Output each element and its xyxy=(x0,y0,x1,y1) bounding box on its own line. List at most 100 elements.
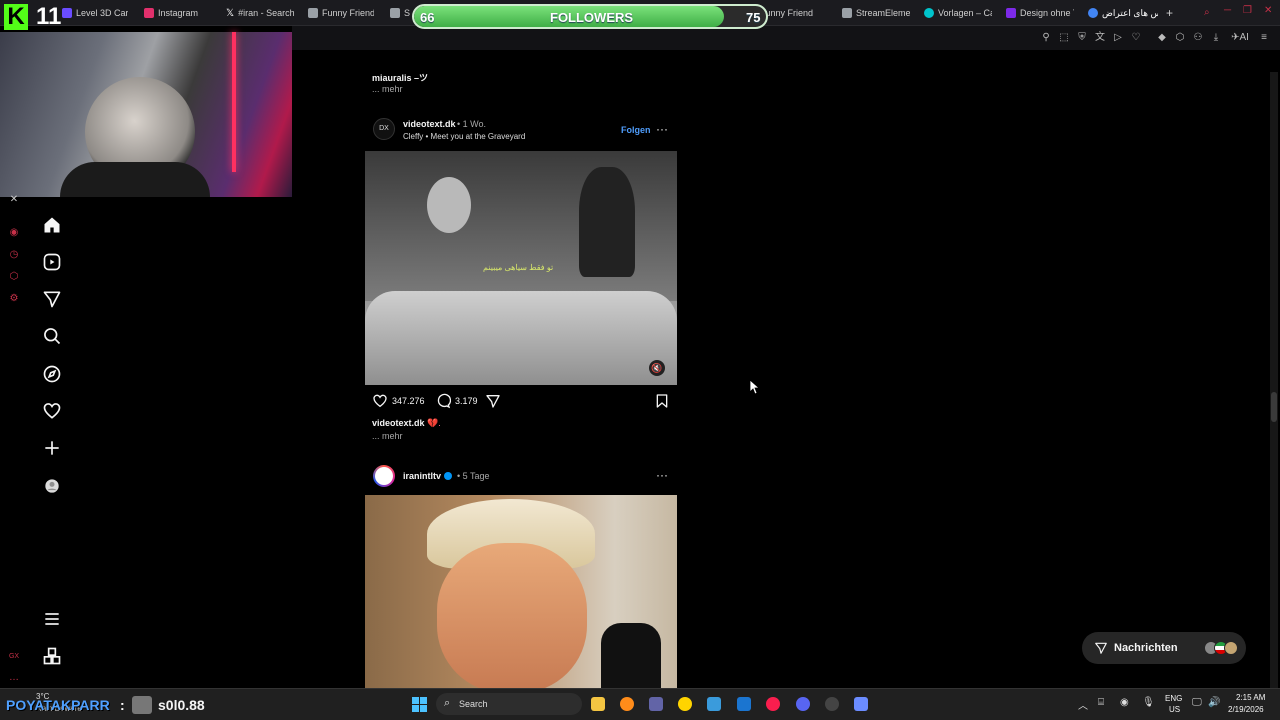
tab-label: عکس های اعتراض xyxy=(1102,7,1158,18)
post-username[interactable]: videotext.dk xyxy=(403,119,456,129)
prev-more-link[interactable]: ... mehr xyxy=(372,84,403,94)
vpn-icon[interactable]: ◆ xyxy=(1156,32,1168,44)
browser-tab[interactable]: S xyxy=(390,4,410,22)
also-from-meta-icon[interactable] xyxy=(42,646,62,666)
browser-tab[interactable]: 𝕏 #iran - Search xyxy=(226,4,294,22)
share-icon[interactable] xyxy=(485,393,501,409)
browser-tab[interactable]: Funny Friend xyxy=(760,4,826,22)
post-image[interactable] xyxy=(365,495,677,688)
messages-avatars xyxy=(1203,641,1238,655)
like-icon[interactable] xyxy=(372,393,388,409)
video-car xyxy=(365,291,677,385)
sidebar-settings-icon[interactable]: ⚙ xyxy=(8,293,20,305)
page-scrollbar[interactable] xyxy=(1270,72,1278,688)
caption-user[interactable]: videotext.dk xyxy=(372,418,425,428)
network-icon[interactable]: 🖵 xyxy=(1192,697,1202,708)
post-options-icon[interactable]: ··· xyxy=(656,122,668,136)
ai-icon[interactable]: ✈AI xyxy=(1230,32,1250,44)
photos-icon[interactable] xyxy=(854,697,868,711)
home-icon[interactable] xyxy=(42,215,62,235)
pin-icon[interactable]: ⚲ xyxy=(1040,32,1052,44)
mail-icon[interactable] xyxy=(737,697,751,711)
post-video[interactable]: تو فقط سیاهی میبینم 🔇 xyxy=(365,151,677,385)
direct-messages-icon[interactable] xyxy=(42,289,62,309)
reels-icon[interactable] xyxy=(42,252,62,272)
profile-icon[interactable]: ⚇ xyxy=(1192,32,1204,44)
browser-tab[interactable]: Vorlagen – Ca xyxy=(924,4,992,22)
screenshot-icon[interactable]: ⬚ xyxy=(1058,32,1070,44)
volume-icon[interactable]: 🔊 xyxy=(1208,697,1220,708)
post-time: • 5 Tage xyxy=(457,471,490,481)
prev-caption-user[interactable]: miauralis –ツ xyxy=(372,71,428,84)
caption-more-link[interactable]: ... mehr xyxy=(372,431,403,441)
shield-icon[interactable]: ⛨ xyxy=(1076,32,1088,44)
close-icon[interactable]: ✕ xyxy=(1264,5,1272,16)
video-overlay-text: تو فقط سیاهی میبینم xyxy=(483,263,554,272)
obs-icon[interactable] xyxy=(825,697,839,711)
search-icon[interactable] xyxy=(42,326,62,346)
taskbar-search-box[interactable]: ⌕ Search xyxy=(436,693,582,715)
profile-avatar-icon[interactable] xyxy=(42,476,62,496)
new-tab-button[interactable]: + xyxy=(1166,4,1178,22)
menu-icon[interactable]: ≡ xyxy=(1258,32,1270,44)
discord-icon[interactable] xyxy=(796,697,810,711)
windows-start-icon[interactable] xyxy=(412,697,427,712)
maximize-icon[interactable]: ❐ xyxy=(1243,5,1252,16)
mouse-cursor-icon xyxy=(750,380,760,394)
sidebar-record-icon[interactable]: ◉ xyxy=(8,227,20,239)
extensions-icon[interactable]: ⬡ xyxy=(1174,32,1186,44)
post-time: • 1 Wo. xyxy=(457,119,486,129)
video-face xyxy=(427,177,471,233)
opera-gx-icon[interactable] xyxy=(766,697,780,711)
tray-discord-icon[interactable]: ◉ xyxy=(1120,697,1129,708)
tab-favicon-icon xyxy=(62,8,72,18)
browser-tab-active[interactable]: عکس های اعتراض xyxy=(1088,4,1158,22)
tray-chevron-icon[interactable]: ︿ xyxy=(1078,697,1088,712)
save-bookmark-icon[interactable] xyxy=(654,393,670,409)
scrollbar-thumb[interactable] xyxy=(1271,392,1277,422)
create-plus-icon[interactable] xyxy=(42,438,62,458)
play-icon[interactable]: ▷ xyxy=(1112,32,1124,44)
follow-button[interactable]: Folgen xyxy=(621,125,651,135)
sidebar-history-icon[interactable]: ◷ xyxy=(8,249,20,261)
sidebar-extension-icon[interactable]: ⬡ xyxy=(8,271,20,283)
post-options-icon[interactable]: ··· xyxy=(656,468,668,482)
browser-tab[interactable]: Funny Friend xyxy=(308,4,374,22)
search-tabs-icon[interactable]: ⌕ xyxy=(1204,7,1210,18)
post-avatar[interactable]: DX xyxy=(373,118,395,140)
translate-icon[interactable]: 文 xyxy=(1094,32,1106,44)
browser-tab[interactable]: StreamEleme xyxy=(842,4,910,22)
followers-goal-bar: 66 FOLLOWERS 75 xyxy=(412,4,768,29)
download-icon[interactable]: ⤓ xyxy=(1210,32,1222,44)
post-username[interactable]: iranintltv xyxy=(403,471,441,481)
browser-tab[interactable]: Level 3D Car xyxy=(62,4,128,22)
followers-goal: 75 xyxy=(746,10,761,25)
post-music[interactable]: Cleffy • Meet you at the Graveyard xyxy=(403,132,525,141)
store-icon[interactable] xyxy=(707,697,721,711)
mute-icon[interactable]: 🔇 xyxy=(649,360,665,376)
firefox-icon[interactable] xyxy=(620,697,634,711)
teams-icon[interactable] xyxy=(649,697,663,711)
x-icon[interactable]: ✕ xyxy=(8,194,20,206)
clock-date[interactable]: 2/19/2026 xyxy=(1228,705,1264,714)
tray-usb-icon[interactable]: ⌸ xyxy=(1098,697,1104,708)
more-menu-icon[interactable] xyxy=(42,609,62,629)
language-top[interactable]: ENG xyxy=(1165,694,1182,703)
browser-tab[interactable]: Instagram xyxy=(144,4,210,22)
heart-icon[interactable]: ♡ xyxy=(1130,32,1142,44)
sidebar-gx-icon[interactable]: GX xyxy=(8,651,20,663)
notifications-heart-icon[interactable] xyxy=(42,401,62,421)
norton-icon[interactable] xyxy=(678,697,692,711)
sidebar-more-icon[interactable]: … xyxy=(8,672,20,684)
tray-mic-icon[interactable]: 🎙 xyxy=(1142,697,1155,708)
clock-time[interactable]: 2:15 AM xyxy=(1236,693,1265,702)
browser-tab[interactable]: Design ohne T xyxy=(1006,4,1074,22)
language-bottom[interactable]: US xyxy=(1169,705,1180,714)
explore-icon[interactable] xyxy=(42,364,62,384)
comment-icon[interactable] xyxy=(435,393,452,409)
file-explorer-icon[interactable] xyxy=(591,697,605,711)
webcam-overlay xyxy=(0,32,292,197)
post-avatar[interactable] xyxy=(373,465,395,487)
minimize-icon[interactable]: ─ xyxy=(1224,5,1231,16)
messages-button[interactable]: Nachrichten xyxy=(1082,632,1246,664)
